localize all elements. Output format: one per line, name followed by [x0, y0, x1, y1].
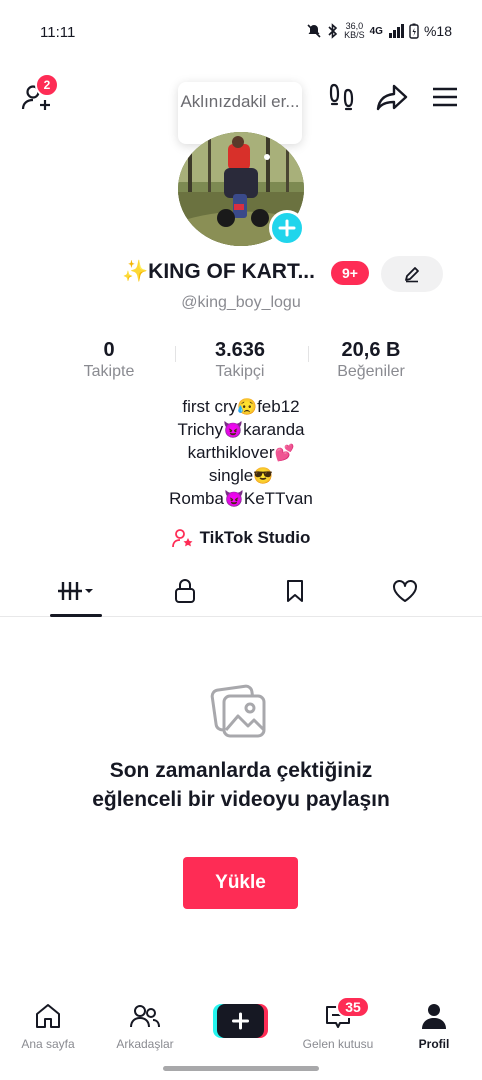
- bluetooth-icon: [328, 23, 338, 39]
- nav-label: Ana sayfa: [21, 1037, 75, 1051]
- notification-badge[interactable]: 9+: [331, 261, 369, 285]
- profile-tabs: [0, 565, 482, 617]
- menu-button[interactable]: [428, 80, 462, 114]
- nav-friends[interactable]: Arkadaşlar: [97, 998, 193, 1052]
- inbox-badge: 35: [336, 996, 370, 1018]
- profile-bio: first cry😥feb12 Trichy😈karanda karthiklo…: [0, 396, 482, 511]
- tab-private[interactable]: [135, 565, 235, 617]
- active-tab-indicator: [50, 614, 102, 617]
- home-icon: [36, 1004, 60, 1028]
- photo-stack-icon: [210, 684, 266, 738]
- create-button[interactable]: [213, 1004, 268, 1038]
- home-indicator: [163, 1066, 319, 1071]
- tiktok-studio-link[interactable]: TikTok Studio: [0, 528, 482, 548]
- display-name: ✨KING OF KART...: [122, 260, 315, 283]
- status-time: 11:11: [40, 24, 76, 41]
- username: @king_boy_logu: [181, 294, 301, 311]
- nav-profile[interactable]: Profil: [386, 998, 482, 1052]
- add-story-button[interactable]: [269, 210, 305, 246]
- footprints-icon: [329, 83, 354, 111]
- tab-saved[interactable]: [245, 565, 345, 617]
- battery-icon: [409, 23, 419, 39]
- friends-icon: [130, 1005, 160, 1028]
- network-type: 4G: [369, 25, 383, 37]
- profile-stats: 0 Takipte 3.636 Takipçi 20,6 B Beğeniler: [40, 338, 442, 384]
- signal-icon: [388, 24, 404, 38]
- lock-icon: [175, 579, 195, 603]
- bio-line: Trichy😈karanda: [177, 420, 305, 439]
- share-icon: [376, 84, 408, 111]
- plus-icon: [278, 219, 296, 237]
- stat-value: 0: [103, 339, 115, 361]
- tab-videos[interactable]: [26, 565, 126, 617]
- bio-line: first cry😥feb12: [182, 397, 300, 416]
- bio-line: karthiklover💕: [187, 443, 295, 462]
- create-plus-icon: [213, 1004, 268, 1038]
- bookmark-icon: [287, 580, 303, 602]
- edit-profile-button[interactable]: [381, 256, 443, 292]
- stat-label: Takipçi: [215, 363, 265, 380]
- nav-home[interactable]: Ana sayfa: [0, 998, 96, 1052]
- stat-value: 20,6 B: [341, 339, 401, 361]
- footprints-button[interactable]: [326, 80, 358, 114]
- status-bar: 11:11 36,0 KB/S 4G %18: [0, 0, 482, 60]
- share-button[interactable]: [374, 80, 410, 114]
- battery-level: %18: [423, 23, 452, 39]
- studio-person-star-icon: [171, 529, 193, 548]
- network-speed: 36,0 KB/S: [344, 21, 365, 40]
- stat-following[interactable]: 0 Takipte: [42, 338, 176, 382]
- nav-label: Arkadaşlar: [116, 1037, 174, 1051]
- bio-line: Romba😈KeTTvan: [169, 489, 313, 508]
- profile-icon: [422, 1004, 446, 1029]
- hamburger-menu-icon: [433, 87, 457, 107]
- stat-value: 3.636: [214, 339, 266, 361]
- tab-liked[interactable]: [355, 565, 455, 617]
- videos-grid-icon: [58, 582, 93, 600]
- upload-button[interactable]: Yükle: [183, 857, 298, 909]
- heart-icon: [393, 580, 417, 602]
- pencil-icon: [405, 267, 419, 283]
- empty-state-title: Son zamanlarda çektiğiniz eğlenceli bir …: [92, 759, 390, 811]
- friend-requests-badge: 2: [35, 73, 59, 97]
- bottom-navigation: Ana sayfa Arkadaşlar Gelen kutusu 35 Pro…: [0, 996, 482, 1062]
- mute-icon: [307, 24, 321, 38]
- status-icons: 36,0 KB/S 4G %18: [306, 22, 452, 40]
- nav-label: Gelen kutusu: [302, 1037, 374, 1051]
- stat-followers[interactable]: 3.636 Takipçi: [173, 338, 307, 382]
- stat-label: Beğeniler: [337, 363, 405, 380]
- bio-line: single😎: [208, 466, 274, 485]
- nav-label: Profil: [418, 1037, 450, 1051]
- studio-label: TikTok Studio: [199, 528, 311, 547]
- stat-label: Takipte: [83, 363, 135, 380]
- stat-likes[interactable]: 20,6 B Beğeniler: [304, 338, 438, 382]
- name-row: ✨KING OF KART... 9+: [0, 256, 482, 292]
- tooltip-dot: [264, 154, 270, 160]
